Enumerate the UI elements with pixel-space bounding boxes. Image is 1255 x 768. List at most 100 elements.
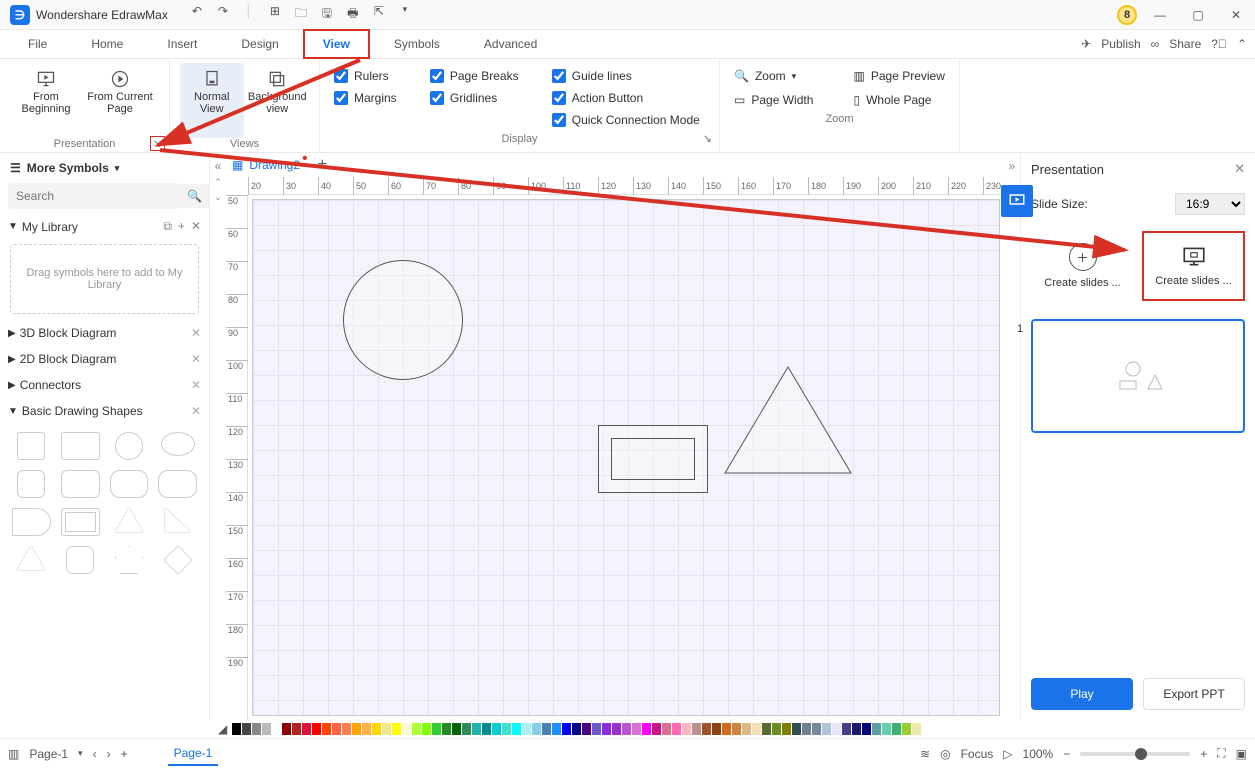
- zoom-slider[interactable]: [1080, 752, 1190, 756]
- shape-rect[interactable]: [61, 432, 100, 460]
- color-swatch[interactable]: [792, 723, 801, 735]
- presentation-launcher-button[interactable]: ↘: [150, 136, 165, 151]
- shape-triangle[interactable]: [110, 508, 149, 536]
- new-icon[interactable]: ⊞: [266, 4, 284, 25]
- zoom-in-icon[interactable]: +: [1200, 747, 1207, 761]
- color-swatch[interactable]: [822, 723, 831, 735]
- color-swatch[interactable]: [612, 723, 621, 735]
- canvas-rect-shape[interactable]: [598, 425, 708, 493]
- color-swatch[interactable]: [802, 723, 811, 735]
- color-swatch[interactable]: [772, 723, 781, 735]
- color-swatch[interactable]: [472, 723, 481, 735]
- new-tab-button[interactable]: +: [318, 156, 327, 174]
- more-symbols-button[interactable]: ☰ More Symbols▾: [0, 153, 209, 183]
- page-selector[interactable]: Page-1: [29, 747, 68, 761]
- color-swatch[interactable]: [302, 723, 311, 735]
- slide-size-select[interactable]: 16:9: [1175, 193, 1245, 215]
- color-swatch[interactable]: [882, 723, 891, 735]
- color-swatch[interactable]: [812, 723, 821, 735]
- normal-view-button[interactable]: Normal View: [180, 63, 244, 138]
- background-view-button[interactable]: Background view: [246, 63, 310, 138]
- my-library-header[interactable]: ▼My Library ⧉+✕: [0, 215, 209, 238]
- export-ppt-button[interactable]: Export PPT: [1143, 678, 1245, 710]
- category-3d-block[interactable]: ▶3D Block Diagram✕: [0, 320, 209, 346]
- color-swatch[interactable]: [282, 723, 291, 735]
- pages-icon[interactable]: ▥: [8, 747, 19, 761]
- color-swatch[interactable]: [572, 723, 581, 735]
- color-swatch[interactable]: [862, 723, 871, 735]
- shape-pill2[interactable]: [158, 470, 197, 498]
- category-2d-block[interactable]: ▶2D Block Diagram✕: [0, 346, 209, 372]
- color-swatch[interactable]: [252, 723, 261, 735]
- color-swatch[interactable]: [562, 723, 571, 735]
- save-icon[interactable]: 🖫: [318, 4, 336, 25]
- presentation-mode-icon[interactable]: [1001, 185, 1033, 217]
- color-swatch[interactable]: [782, 723, 791, 735]
- shape-pentagon[interactable]: [115, 546, 143, 574]
- fullscreen-icon[interactable]: ▣: [1236, 747, 1247, 761]
- document-tab[interactable]: Drawing2: [249, 158, 300, 172]
- color-swatch[interactable]: [362, 723, 371, 735]
- menu-file[interactable]: File: [8, 29, 67, 59]
- shape-octagon[interactable]: [66, 546, 94, 574]
- canvas-paper[interactable]: [252, 199, 1000, 716]
- slide-thumbnail[interactable]: [1031, 319, 1245, 433]
- from-beginning-button[interactable]: From Beginning: [10, 63, 82, 138]
- guide-lines-checkbox[interactable]: Guide lines: [552, 69, 705, 83]
- color-swatch[interactable]: [292, 723, 301, 735]
- shape-roundrect[interactable]: [61, 470, 100, 498]
- color-swatch[interactable]: [702, 723, 711, 735]
- play-button[interactable]: Play: [1031, 678, 1133, 710]
- qat-more-icon[interactable]: ▾: [396, 4, 414, 25]
- left-collapse[interactable]: «⌃⌄: [210, 153, 226, 720]
- print-icon[interactable]: 🖶: [344, 4, 362, 25]
- color-swatch[interactable]: [732, 723, 741, 735]
- shape-pill[interactable]: [110, 470, 149, 498]
- category-basic-shapes[interactable]: ▼Basic Drawing Shapes✕: [0, 398, 209, 424]
- canvas-circle-shape[interactable]: [343, 260, 463, 380]
- from-current-page-button[interactable]: From Current Page: [84, 63, 156, 138]
- color-swatch[interactable]: [512, 723, 521, 735]
- zoom-out-icon[interactable]: −: [1063, 747, 1070, 761]
- color-swatch[interactable]: [242, 723, 251, 735]
- page-preview-button[interactable]: ▥Page Preview: [854, 69, 946, 83]
- color-swatch[interactable]: [742, 723, 751, 735]
- shape-diamond[interactable]: [163, 545, 193, 575]
- close-icon[interactable]: ✕: [191, 404, 201, 418]
- color-swatch[interactable]: [482, 723, 491, 735]
- color-swatch[interactable]: [652, 723, 661, 735]
- color-swatch[interactable]: [902, 723, 911, 735]
- color-swatch[interactable]: [432, 723, 441, 735]
- color-swatch[interactable]: [312, 723, 321, 735]
- color-swatch[interactable]: [422, 723, 431, 735]
- fit-page-icon[interactable]: ⛶: [1217, 746, 1225, 761]
- export-icon[interactable]: ⇱: [370, 4, 388, 25]
- color-swatch[interactable]: [722, 723, 731, 735]
- color-swatch[interactable]: [842, 723, 851, 735]
- color-swatch[interactable]: [912, 723, 921, 735]
- maximize-button[interactable]: ▢: [1183, 1, 1213, 29]
- color-swatch[interactable]: [712, 723, 721, 735]
- color-swatch[interactable]: [662, 723, 671, 735]
- collapse-ribbon-icon[interactable]: ⌃: [1237, 37, 1247, 51]
- color-swatch[interactable]: [372, 723, 381, 735]
- layers-icon[interactable]: ≋: [920, 747, 930, 761]
- color-swatch[interactable]: [262, 723, 271, 735]
- color-swatch[interactable]: [402, 723, 411, 735]
- color-swatch[interactable]: [552, 723, 561, 735]
- color-swatch[interactable]: [492, 723, 501, 735]
- close-icon[interactable]: ✕: [191, 326, 201, 340]
- menu-symbols[interactable]: Symbols: [374, 29, 460, 59]
- color-swatch[interactable]: [852, 723, 861, 735]
- color-swatch[interactable]: [412, 723, 421, 735]
- focus-button[interactable]: Focus: [961, 747, 994, 761]
- category-connectors[interactable]: ▶Connectors✕: [0, 372, 209, 398]
- page-breaks-checkbox[interactable]: Page Breaks: [430, 69, 524, 83]
- color-swatch[interactable]: [532, 723, 541, 735]
- color-swatch[interactable]: [342, 723, 351, 735]
- color-swatch[interactable]: [462, 723, 471, 735]
- page-tab[interactable]: Page-1: [168, 742, 219, 766]
- library-drop-area[interactable]: Drag symbols here to add to My Library: [10, 244, 199, 314]
- zoom-button[interactable]: 🔍Zoom▾: [734, 69, 814, 83]
- lib-add-icon[interactable]: +: [178, 219, 185, 234]
